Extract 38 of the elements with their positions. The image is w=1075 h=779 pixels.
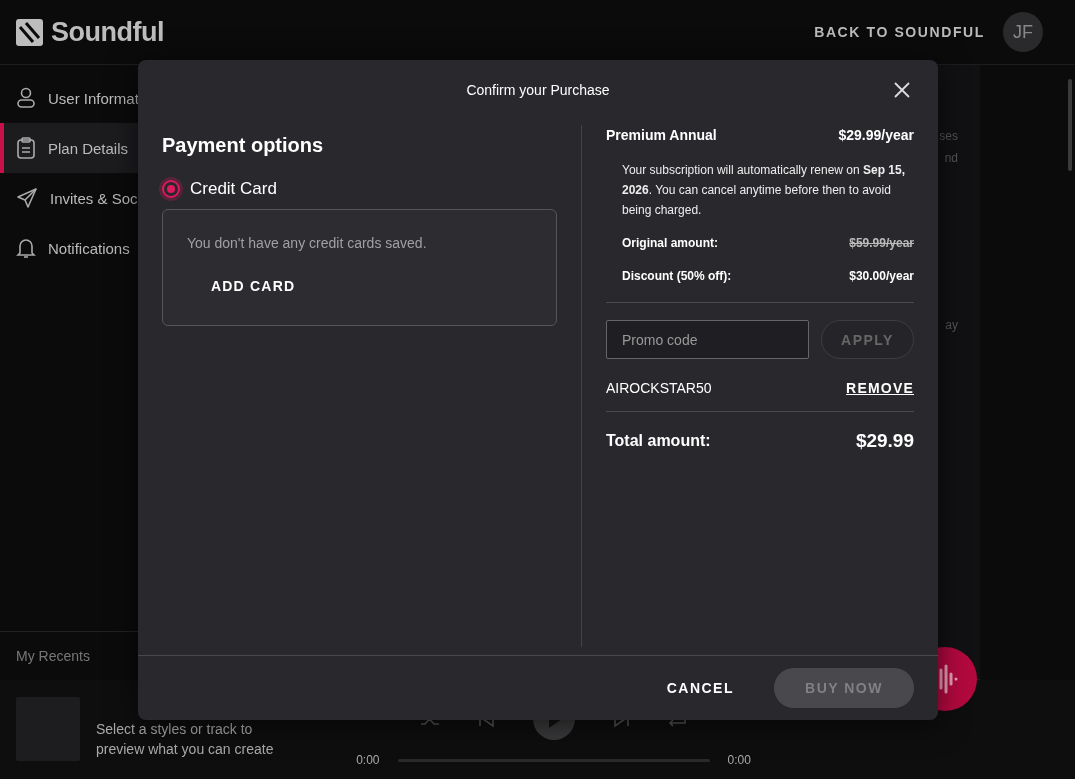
dialog-title: Confirm your Purchase [466, 82, 610, 98]
close-icon[interactable] [894, 82, 910, 98]
player-prompt: Select a styles or track to preview what you can create [96, 720, 275, 759]
sidebar-item[interactable]: User Informat [0, 73, 150, 123]
back-link[interactable]: BACK TO SOUNDFUL [814, 24, 985, 40]
scrollbar[interactable] [1068, 79, 1072, 171]
avatar[interactable]: JF [1003, 12, 1043, 52]
renewal-note: Your subscription will automatically renew on Sep 15, 2026. You can cancel anytime before then to avoid being charged. [621, 162, 907, 219]
radio-label: Credit Card [190, 179, 277, 199]
amount-label: Original amount: [622, 236, 718, 250]
amount-value: $59.99/year [849, 236, 914, 250]
add-card-button[interactable]: ADD CARD [211, 278, 296, 294]
user-icon [16, 87, 36, 109]
clipboard-icon [16, 137, 36, 159]
applied-code: AIROCKSTAR50 [606, 380, 712, 396]
total-amount: $29.99 [855, 430, 914, 452]
amount-label: Discount (50% off): [622, 269, 732, 283]
duration-time: 0:00 [727, 753, 751, 767]
plan-price: $29.99/year [838, 127, 914, 143]
section-heading: Payment options [162, 133, 325, 158]
amount-value: $30.00/year [849, 269, 914, 283]
section-label: My Recents [16, 648, 90, 664]
cancel-button[interactable]: CANCEL [666, 680, 734, 696]
logo-icon [16, 18, 43, 46]
sidebar-item[interactable]: Notifications [0, 223, 150, 273]
plan-name: Premium Annual [606, 127, 717, 143]
remove-link[interactable]: REMOVE [846, 380, 914, 396]
background-text: ay [945, 317, 958, 334]
logo-text: Soundful [51, 16, 164, 48]
radio-button[interactable] [162, 180, 180, 198]
empty-message: You don't have any credit cards saved. [187, 235, 428, 251]
send-icon [16, 187, 38, 209]
promo-code-field[interactable]: Promo code [606, 320, 809, 359]
background-text: nd [944, 150, 958, 167]
total-label: Total amount: [606, 432, 711, 450]
elapsed-time: 0:00 [356, 753, 380, 767]
bell-icon [16, 237, 36, 259]
background-text: ses [939, 128, 958, 145]
